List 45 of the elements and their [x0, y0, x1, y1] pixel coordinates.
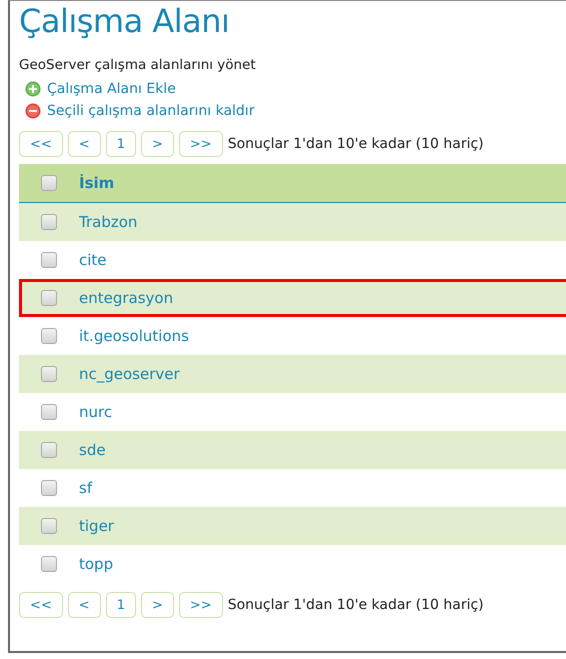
- pager-button[interactable]: <<: [19, 131, 63, 157]
- pager-button[interactable]: >>: [178, 592, 223, 618]
- workspace-link[interactable]: tiger: [79, 517, 114, 535]
- checkbox[interactable]: [41, 214, 57, 230]
- add-icon: [25, 81, 41, 97]
- pager-button[interactable]: 1: [106, 592, 136, 618]
- checkbox[interactable]: [41, 366, 57, 382]
- checkbox[interactable]: [41, 252, 57, 268]
- workspace-link[interactable]: entegrasyon: [79, 289, 174, 307]
- checkbox[interactable]: [41, 175, 57, 191]
- workspace-link[interactable]: it.geosolutions: [79, 327, 189, 345]
- table-row[interactable]: sde: [19, 431, 566, 469]
- workspace-link[interactable]: cite: [79, 251, 107, 269]
- column-header[interactable]: İsim: [79, 174, 114, 192]
- results-summary: Sonuçlar 1'dan 10'e kadar (10 hariç): [228, 136, 484, 152]
- pager-button[interactable]: 1: [106, 131, 136, 157]
- table-row[interactable]: Trabzon: [19, 203, 566, 241]
- pager-button[interactable]: >: [140, 592, 174, 618]
- checkbox[interactable]: [41, 328, 57, 344]
- pager-button[interactable]: <: [68, 592, 101, 618]
- workspace-link[interactable]: nurc: [79, 403, 112, 421]
- pager-button[interactable]: <<: [19, 592, 63, 618]
- table-row[interactable]: entegrasyon: [19, 279, 566, 317]
- action-link[interactable]: Çalışma Alanı Ekle: [47, 81, 176, 97]
- workspace-link[interactable]: topp: [79, 555, 114, 573]
- remove-icon: [25, 103, 41, 119]
- checkbox[interactable]: [41, 518, 57, 534]
- workspace-link[interactable]: sde: [79, 441, 106, 459]
- page-description: GeoServer çalışma alanlarını yönet: [19, 56, 257, 74]
- workspace-link[interactable]: nc_geoserver: [79, 365, 180, 383]
- results-summary: Sonuçlar 1'dan 10'e kadar (10 hariç): [228, 597, 484, 613]
- page-title: Çalışma Alanı: [19, 1, 230, 41]
- action-link[interactable]: Seçili çalışma alanlarını kaldır: [47, 103, 254, 119]
- table-row[interactable]: tiger: [19, 507, 566, 545]
- pager-button[interactable]: <: [68, 131, 101, 157]
- pager-button[interactable]: >: [140, 131, 174, 157]
- workspace-link[interactable]: sf: [79, 479, 92, 497]
- checkbox[interactable]: [41, 442, 57, 458]
- checkbox[interactable]: [41, 404, 57, 420]
- checkbox[interactable]: [41, 556, 57, 572]
- checkbox[interactable]: [41, 290, 57, 306]
- pager-button[interactable]: >>: [178, 131, 223, 157]
- table-row[interactable]: nc_geoserver: [19, 355, 566, 393]
- workspace-link[interactable]: Trabzon: [79, 213, 138, 231]
- checkbox[interactable]: [41, 480, 57, 496]
